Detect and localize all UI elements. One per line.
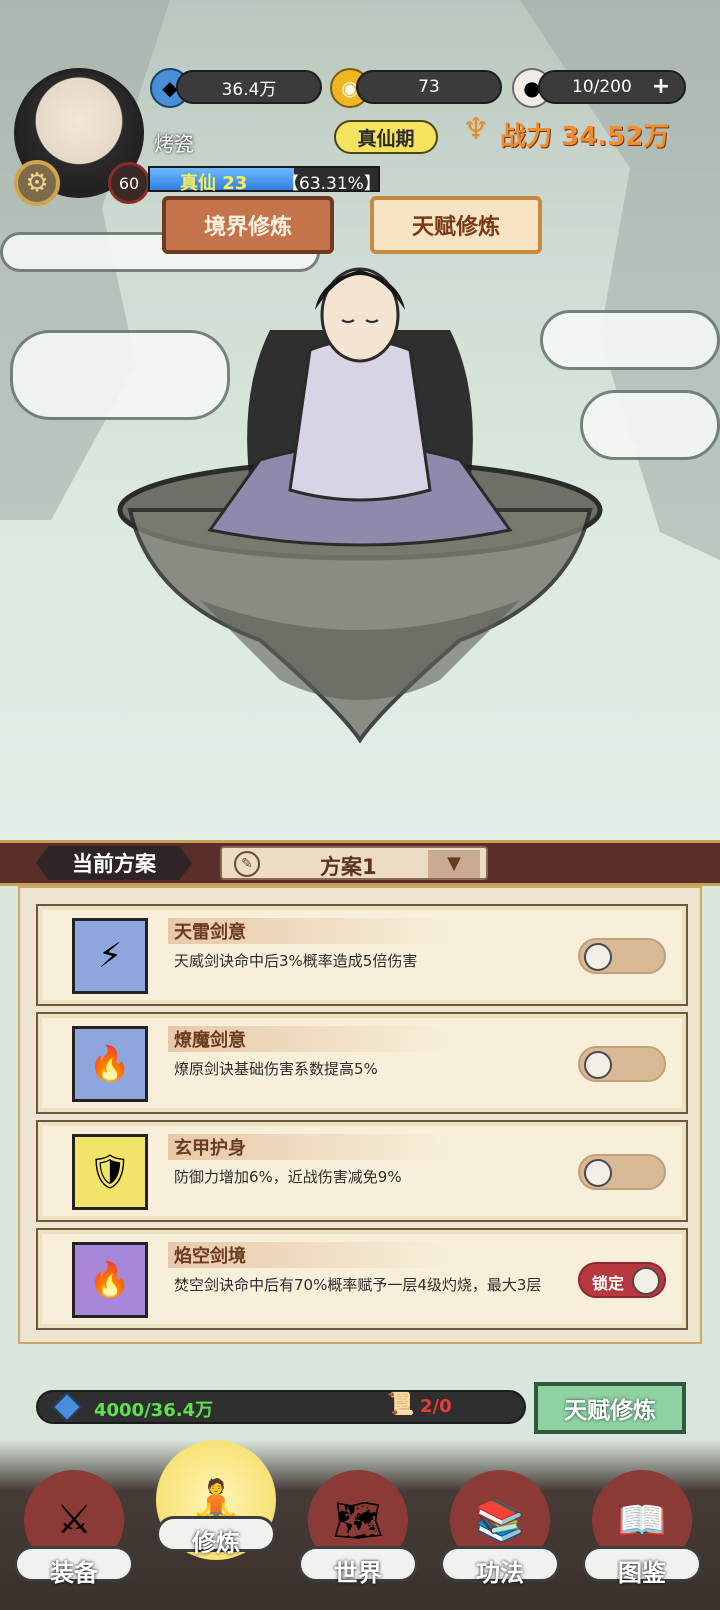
- talent-scroll-icon: 📜: [387, 1392, 415, 1417]
- shield-icon: 🛡: [72, 1134, 148, 1210]
- talent-description: 焚空剑诀命中后有70%概率赋予一层4级灼烧，最大3层: [174, 1276, 542, 1294]
- talent-toggle[interactable]: [578, 938, 666, 974]
- stone-cost-text: 4000/36.4万: [94, 1400, 214, 1421]
- tab-realm-training[interactable]: 境界修炼: [162, 196, 334, 254]
- talent-row[interactable]: ⚡ 天雷剑意 天威剑诀命中后3%概率造成5倍伤害: [36, 904, 688, 1006]
- talent-train-button[interactable]: 天赋修炼: [534, 1382, 686, 1434]
- lock-label: 锁定: [592, 1274, 625, 1293]
- flame-realm-icon: 🔥: [72, 1242, 148, 1318]
- nav-label: 世界: [334, 1559, 382, 1587]
- nav-codex[interactable]: 📖 图鉴: [582, 1470, 702, 1600]
- tab-realm-training-label: 境界修炼: [203, 215, 292, 240]
- nav-equipment[interactable]: ⚔ 装备: [14, 1470, 134, 1600]
- spirit-stone-value: 36.4万: [221, 79, 277, 100]
- demon-fire-sword-icon: 🔥: [72, 1026, 148, 1102]
- thunder-sword-icon: ⚡: [72, 918, 148, 994]
- player-level-value: 60: [118, 173, 140, 193]
- talent-row[interactable]: 🔥 焰空剑境 焚空剑诀命中后有70%概率赋予一层4级灼烧，最大3层 锁定: [36, 1228, 688, 1330]
- nav-label: 图鉴: [618, 1559, 666, 1587]
- toggle-knob: [632, 1267, 660, 1295]
- player-name: 烤瓷: [154, 132, 194, 156]
- exp-progress-bar: 真仙 23 【63.31%】: [148, 166, 381, 194]
- talent-title: 焰空剑境: [174, 1246, 246, 1267]
- realm-badge-label: 真仙期: [357, 127, 415, 150]
- meditating-character[interactable]: [110, 240, 610, 760]
- nav-cultivation[interactable]: 🧘 修炼: [156, 1440, 276, 1570]
- player-level-badge: 60: [108, 162, 150, 204]
- talent-train-button-label: 天赋修炼: [564, 1398, 656, 1424]
- toggle-knob: [584, 1051, 612, 1079]
- edit-plan-icon[interactable]: ✎: [234, 851, 260, 877]
- talent-cost-bar: 4000/36.4万 📜 2/0: [36, 1390, 526, 1424]
- spirit-stone-icon: [52, 1392, 82, 1422]
- talent-toggle-locked[interactable]: 锁定: [578, 1262, 666, 1298]
- bottom-navigation: ⚔ 装备 🧘 修炼 🗺 世界 📚 功法 📖 图鉴: [0, 1440, 720, 1610]
- current-plan-label-text: 当前方案: [72, 852, 156, 876]
- realm-level-text: 真仙 23: [180, 173, 248, 194]
- talent-toggle[interactable]: [578, 1046, 666, 1082]
- nav-techniques[interactable]: 📚 功法: [440, 1470, 560, 1600]
- scroll-count-text: 2/0: [420, 1396, 452, 1417]
- current-plan-label: 当前方案: [36, 846, 192, 880]
- nav-label: 装备: [50, 1559, 98, 1587]
- add-stamina-icon[interactable]: +: [650, 76, 672, 98]
- gold-counter: 73: [356, 70, 502, 104]
- talent-title: 天雷剑意: [174, 922, 246, 943]
- talent-description: 天威剑诀命中后3%概率造成5倍伤害: [174, 952, 418, 970]
- settings-gear-icon[interactable]: ⚙: [14, 160, 60, 206]
- talent-description: 燎原剑诀基础伤害系数提高5%: [174, 1060, 378, 1078]
- combat-power-label: 战力: [500, 122, 553, 152]
- plan-selector-bar: 当前方案 ✎ 方案1 ▼: [0, 840, 720, 886]
- talent-title: 燎魔剑意: [174, 1030, 246, 1051]
- plan-dropdown[interactable]: ✎ 方案1 ▼: [220, 846, 488, 880]
- chevron-down-icon[interactable]: ▼: [428, 850, 480, 878]
- spirit-stone-counter: 36.4万: [176, 70, 322, 104]
- nav-label: 修炼: [192, 1529, 240, 1557]
- talent-row[interactable]: 🔥 燎魔剑意 燎原剑诀基础伤害系数提高5%: [36, 1012, 688, 1114]
- nav-world[interactable]: 🗺 世界: [298, 1470, 418, 1600]
- talent-list-panel: ⚡ 天雷剑意 天威剑诀命中后3%概率造成5倍伤害 🔥 燎魔剑意 燎原剑诀基础伤害…: [18, 886, 702, 1344]
- exp-percent-text: 【63.31%】: [282, 174, 381, 194]
- gold-value: 73: [418, 77, 440, 97]
- combat-power-icon: ♆: [462, 112, 490, 147]
- toggle-knob: [584, 943, 612, 971]
- talent-toggle[interactable]: [578, 1154, 666, 1190]
- combat-power: 战力 34.52万: [500, 116, 669, 153]
- talent-description: 防御力增加6%，近战伤害减免9%: [174, 1168, 402, 1186]
- tab-talent-training[interactable]: 天赋修炼: [370, 196, 542, 254]
- realm-badge: 真仙期: [334, 120, 438, 154]
- tab-talent-training-label: 天赋修炼: [411, 215, 500, 240]
- selected-plan-name: 方案1: [320, 855, 377, 879]
- talent-row[interactable]: 🛡 玄甲护身 防御力增加6%，近战伤害减免9%: [36, 1120, 688, 1222]
- stamina-value: 10/200: [572, 77, 632, 97]
- combat-power-value: 34.52万: [561, 122, 670, 152]
- talent-title: 玄甲护身: [174, 1138, 246, 1159]
- nav-label: 功法: [476, 1559, 524, 1587]
- toggle-knob: [584, 1159, 612, 1187]
